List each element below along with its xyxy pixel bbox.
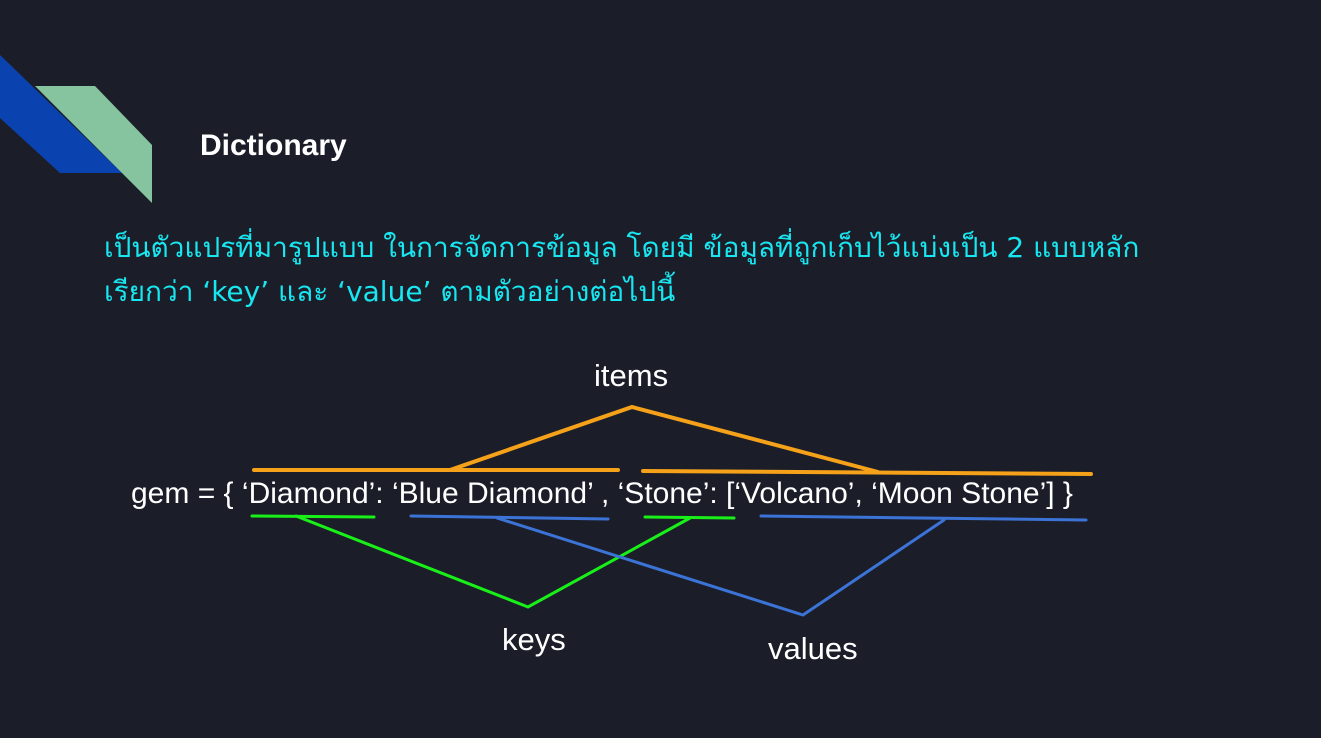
slide: Dictionary เป็นตัวแปรที่มารูปแบบ ในการจั… — [0, 0, 1321, 738]
items-label: items — [594, 358, 669, 393]
code-separator-1: : — [375, 477, 392, 510]
code-value-2: [‘Volcano’, ‘Moon Stone’] — [726, 477, 1055, 510]
description-line-1: เป็นตัวแปรที่มารูปแบบ ในการจัดการข้อมูล … — [104, 231, 1140, 264]
items-bracket — [252, 404, 1093, 476]
values-connector — [495, 516, 946, 617]
code-prefix: gem = { — [131, 477, 242, 510]
keys-bracket — [250, 514, 736, 609]
keys-underline-1 — [250, 514, 376, 519]
code-value-1: ‘Blue Diamond’ — [391, 477, 593, 510]
keys-label: keys — [502, 622, 566, 657]
code-separator-2: , — [592, 477, 618, 510]
values-underline-1 — [409, 514, 610, 521]
code-line: gem = { ‘Diamond’: ‘Blue Diamond’ , ‘Sto… — [131, 476, 1073, 512]
description: เป็นตัวแปรที่มารูปแบบ ในการจัดการข้อมูล … — [104, 226, 1254, 314]
code-key-2: ‘Stone’ — [617, 477, 710, 510]
slide-title: Dictionary — [200, 129, 347, 162]
items-underline-2 — [641, 469, 1093, 476]
code-separator-3: : — [709, 477, 727, 510]
description-line-2: เรียกว่า ‘key’ และ ‘value’ ตามตัวอย่างต่… — [104, 275, 676, 308]
items-connector — [448, 404, 880, 474]
values-label: values — [768, 631, 858, 666]
code-suffix: } — [1054, 477, 1073, 510]
values-underline-2 — [759, 514, 1088, 522]
code-key-1: ‘Diamond’ — [241, 477, 376, 510]
